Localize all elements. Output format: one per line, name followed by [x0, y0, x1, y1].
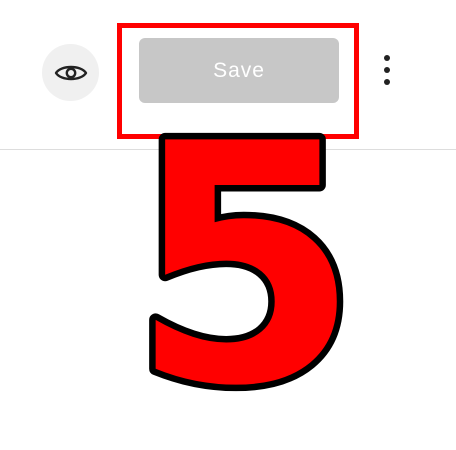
- vertical-dots-icon: [383, 53, 391, 92]
- editor-page: Save 5: [0, 0, 456, 450]
- eye-icon: [54, 62, 88, 84]
- preview-button[interactable]: [42, 44, 99, 101]
- more-options-button[interactable]: [375, 52, 399, 92]
- step-number-text: 5: [130, 118, 360, 408]
- step-number-badge: 5: [125, 118, 365, 408]
